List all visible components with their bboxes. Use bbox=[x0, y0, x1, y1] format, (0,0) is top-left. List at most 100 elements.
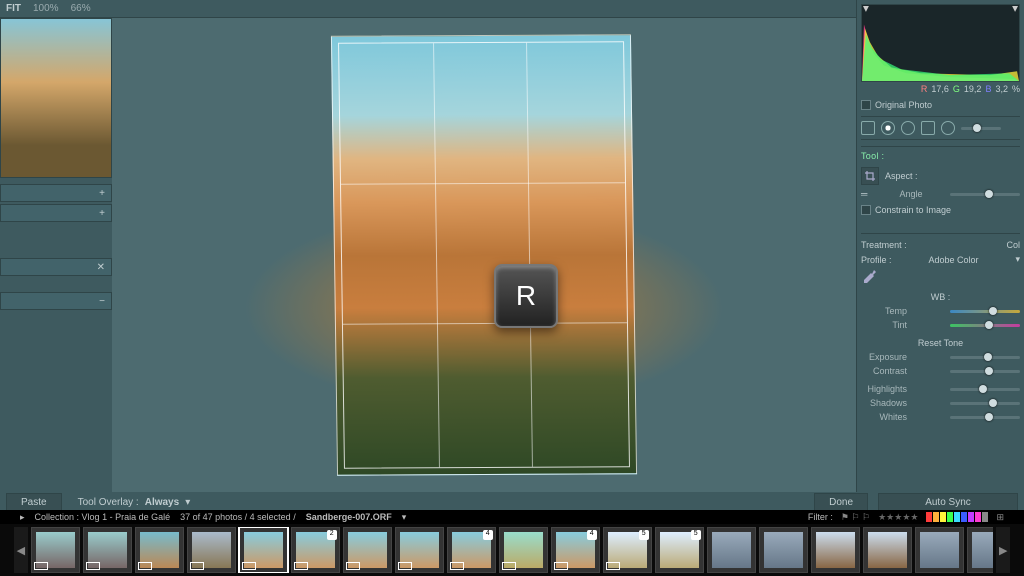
constrain-toggle[interactable]: Constrain to Image bbox=[861, 201, 1020, 219]
filename: Sandberge-007.ORF bbox=[306, 512, 392, 522]
color-swatch[interactable] bbox=[954, 512, 960, 522]
exposure-slider[interactable] bbox=[950, 356, 1020, 359]
paste-button[interactable]: Paste bbox=[6, 493, 62, 512]
filmstrip-thumb[interactable]: 2 bbox=[291, 527, 340, 573]
filter-label: Filter : bbox=[808, 512, 833, 522]
left-panel: + + ✕ − bbox=[0, 18, 112, 492]
original-photo-toggle[interactable]: Original Photo bbox=[861, 96, 1020, 114]
ratio-rect-icon[interactable] bbox=[921, 121, 935, 135]
aspect-row[interactable]: Aspect : bbox=[861, 165, 1020, 187]
tool-section: Tool : Aspect : ═ Angle Constrain to Ima… bbox=[861, 146, 1020, 219]
done-button[interactable]: Done bbox=[814, 493, 868, 512]
chevron-right-icon[interactable]: ▸ bbox=[20, 512, 25, 523]
profile-value[interactable]: Adobe Color bbox=[928, 255, 978, 265]
crop-tool-icon[interactable] bbox=[861, 167, 879, 185]
switch-icon[interactable]: ⊞ bbox=[996, 512, 1004, 523]
color-filter[interactable] bbox=[926, 512, 988, 522]
filmstrip-thumb[interactable]: 5 bbox=[603, 527, 652, 573]
chevron-down-icon[interactable]: ▾ bbox=[185, 497, 190, 508]
flag-filter-icon[interactable]: ⚑ ⚐ ⚐ bbox=[841, 512, 870, 523]
filmstrip-thumb[interactable]: 5 bbox=[655, 527, 704, 573]
keycap-hint: R bbox=[494, 264, 558, 328]
overlay-value[interactable]: Always bbox=[145, 497, 179, 508]
filmstrip-thumb[interactable]: 4 bbox=[447, 527, 496, 573]
filmstrip-thumb[interactable] bbox=[759, 527, 808, 573]
level-icon: ═ bbox=[861, 189, 879, 199]
wb-label: WB : bbox=[931, 292, 951, 302]
histogram[interactable] bbox=[861, 4, 1020, 82]
overlay-label: Tool Overlay : bbox=[78, 497, 139, 508]
whites-slider[interactable] bbox=[950, 416, 1020, 419]
ratio-free-icon[interactable] bbox=[861, 121, 875, 135]
tint-slider[interactable] bbox=[950, 324, 1020, 327]
profile-label: Profile : bbox=[861, 255, 892, 265]
color-swatch[interactable] bbox=[940, 512, 946, 522]
right-panel: R17,6 G19,2 B3,2 % Original Photo Tool :… bbox=[856, 0, 1024, 492]
navigator-thumbnail[interactable] bbox=[0, 18, 112, 178]
reset-tone[interactable]: Reset Tone bbox=[918, 338, 963, 348]
eyedropper-icon[interactable] bbox=[861, 269, 877, 285]
crop-overlay[interactable] bbox=[338, 41, 630, 468]
highlights-slider[interactable] bbox=[950, 388, 1020, 391]
panel-close[interactable]: ✕ bbox=[0, 258, 112, 276]
photo[interactable] bbox=[331, 34, 637, 476]
filmstrip-thumb[interactable] bbox=[395, 527, 444, 573]
panel-toggle-1[interactable]: + bbox=[0, 184, 112, 202]
shadows-label: Shadows bbox=[861, 398, 907, 408]
filmstrip-thumb[interactable] bbox=[967, 527, 994, 573]
color-swatch[interactable] bbox=[968, 512, 974, 522]
status-strip: ▸ Collection : Vlog 1 - Praia de Galé 37… bbox=[0, 510, 1024, 524]
filmstrip-prev[interactable]: ◀ bbox=[14, 527, 28, 573]
color-swatch[interactable] bbox=[926, 512, 932, 522]
treatment-label: Treatment : bbox=[861, 240, 907, 250]
color-swatch[interactable] bbox=[975, 512, 981, 522]
auto-sync-button[interactable]: Auto Sync bbox=[878, 493, 1018, 512]
filmstrip-thumb[interactable] bbox=[863, 527, 912, 573]
basic-section: Treatment : Col Profile : Adobe Color ▾ WB … bbox=[861, 233, 1020, 424]
panel-collapse[interactable]: − bbox=[0, 292, 112, 310]
temp-slider[interactable] bbox=[950, 310, 1020, 313]
filmstrip-thumb[interactable] bbox=[343, 527, 392, 573]
filmstrip-thumb[interactable]: 4 bbox=[551, 527, 600, 573]
color-swatch[interactable] bbox=[961, 512, 967, 522]
zoom-100[interactable]: 100% bbox=[33, 3, 59, 14]
contrast-slider[interactable] bbox=[950, 370, 1020, 373]
filmstrip-thumb[interactable] bbox=[187, 527, 236, 573]
color-swatch[interactable] bbox=[933, 512, 939, 522]
zoom-66[interactable]: 66% bbox=[71, 3, 91, 14]
filmstrip-thumb[interactable] bbox=[83, 527, 132, 573]
angle-row[interactable]: ═ Angle bbox=[861, 187, 1020, 201]
filmstrip-thumb[interactable] bbox=[499, 527, 548, 573]
filmstrip-thumb[interactable] bbox=[239, 527, 288, 573]
bottom-toolbar: Paste Tool Overlay : Always ▾ Done Auto … bbox=[0, 492, 1024, 512]
zoom-fit[interactable]: FIT bbox=[6, 3, 21, 14]
rating-filter[interactable]: ★★★★★ bbox=[878, 512, 918, 523]
overlay-opacity[interactable] bbox=[961, 127, 1001, 130]
exposure-label: Exposure bbox=[861, 352, 907, 362]
rgb-readout: R17,6 G19,2 B3,2 % bbox=[861, 82, 1020, 96]
shadows-slider[interactable] bbox=[950, 402, 1020, 405]
treatment-value[interactable]: Col bbox=[1006, 240, 1020, 250]
tool-heading: Tool : bbox=[861, 151, 1020, 161]
panel-toggle-2[interactable]: + bbox=[0, 204, 112, 222]
temp-label: Temp bbox=[861, 306, 907, 316]
filmstrip-thumb[interactable] bbox=[707, 527, 756, 573]
ratio-circle2-icon[interactable] bbox=[901, 121, 915, 135]
filmstrip-thumb[interactable] bbox=[135, 527, 184, 573]
angle-slider[interactable] bbox=[950, 193, 1020, 196]
contrast-label: Contrast bbox=[861, 366, 907, 376]
filmstrip-thumb[interactable] bbox=[811, 527, 860, 573]
filmstrip-thumb[interactable] bbox=[31, 527, 80, 573]
filmstrip-thumb[interactable] bbox=[915, 527, 964, 573]
collection-name[interactable]: Collection : Vlog 1 - Praia de Galé bbox=[35, 512, 171, 522]
color-swatch[interactable] bbox=[982, 512, 988, 522]
canvas[interactable]: R bbox=[112, 18, 856, 492]
crop-mode-icons bbox=[861, 116, 1020, 140]
ratio-circle-icon[interactable] bbox=[881, 121, 895, 135]
chevron-down-icon[interactable]: ▾ bbox=[1015, 254, 1020, 265]
filmstrip: ◀ 24455 ▶ bbox=[0, 524, 1024, 576]
filmstrip-next[interactable]: ▶ bbox=[996, 527, 1010, 573]
ratio-ellipse-icon[interactable] bbox=[941, 121, 955, 135]
whites-label: Whites bbox=[861, 412, 907, 422]
color-swatch[interactable] bbox=[947, 512, 953, 522]
